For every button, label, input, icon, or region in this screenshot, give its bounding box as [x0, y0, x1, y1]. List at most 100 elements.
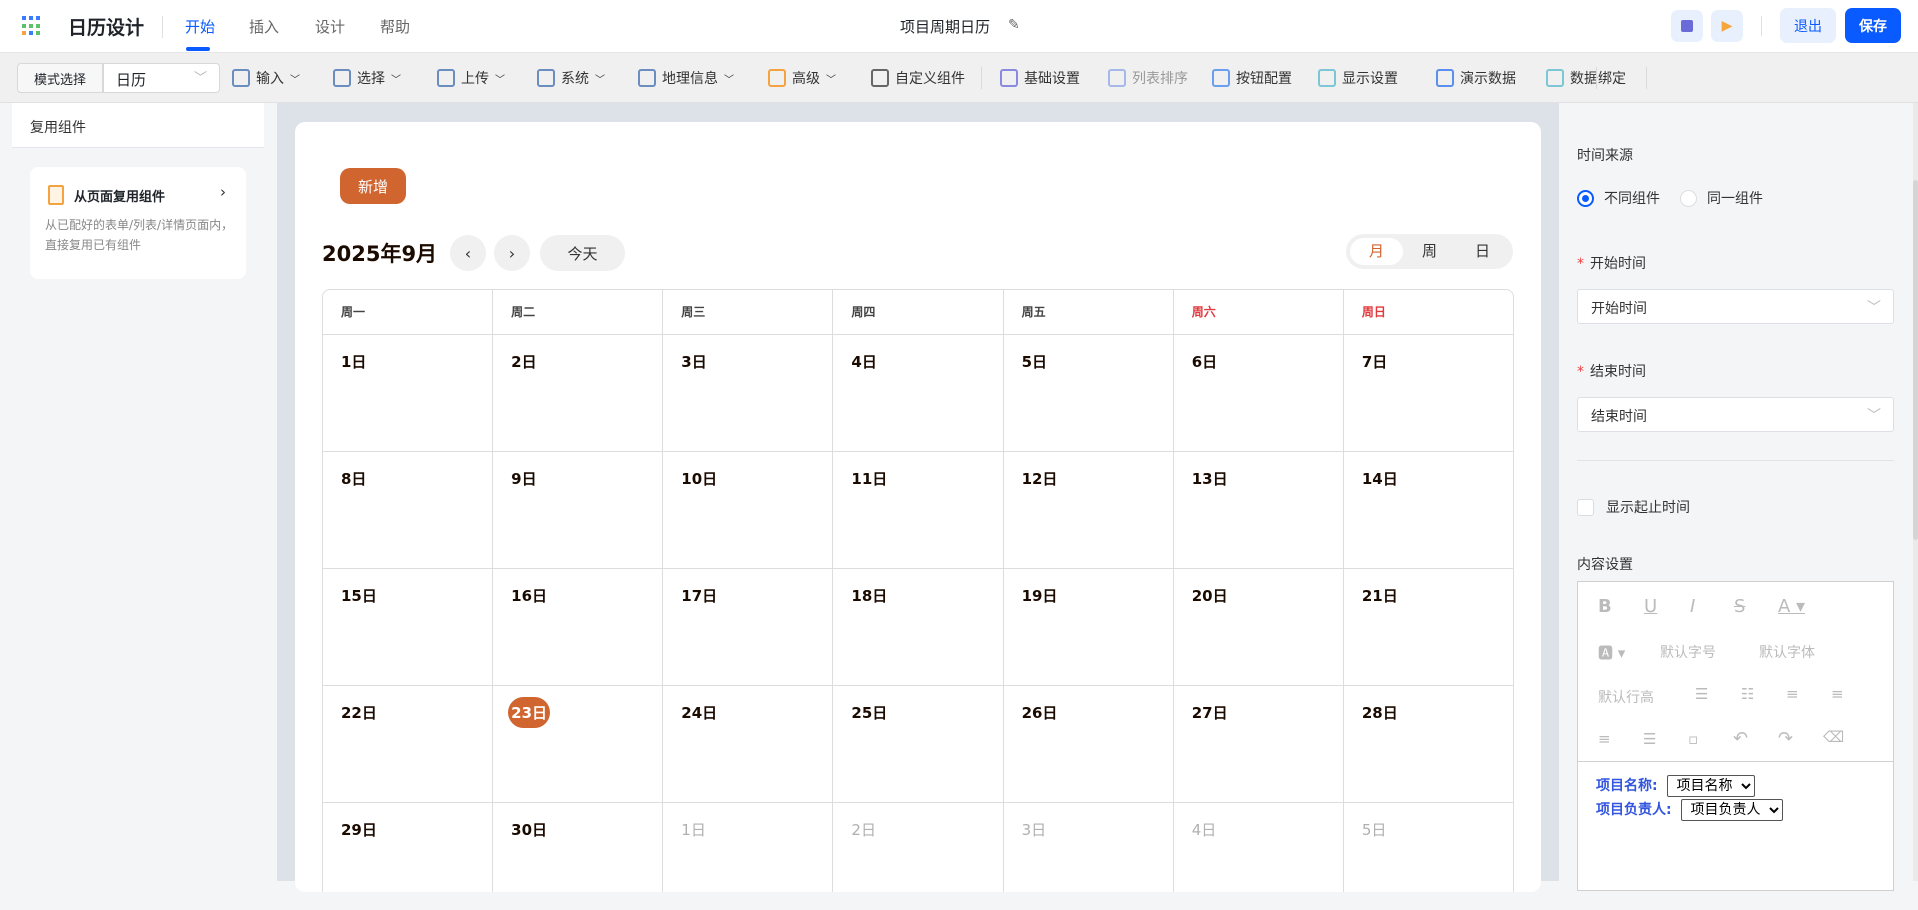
radio-different-component[interactable]	[1577, 189, 1594, 207]
time-source-label: 时间来源	[1577, 148, 1633, 164]
day-cell[interactable]: 29日	[323, 803, 494, 892]
day-cell[interactable]: 24日	[663, 686, 834, 803]
view-day[interactable]: 日	[1456, 238, 1509, 265]
font-color-icon[interactable]: A ▾	[1778, 596, 1805, 617]
day-cell[interactable]: 23日	[493, 686, 664, 803]
end-time-select[interactable]: 结束时间 ﹀	[1577, 397, 1894, 432]
undo-icon[interactable]: ↶	[1733, 728, 1748, 749]
align-left-icon[interactable]: ≡	[1786, 685, 1799, 703]
tool-3[interactable]: 系统 ﹀	[537, 68, 605, 88]
tab-design[interactable]: 设计	[315, 16, 345, 37]
day-cell[interactable]: 30日	[493, 803, 664, 892]
tool-2[interactable]: 上传 ﹀	[437, 68, 505, 88]
day-cell[interactable]: 21日	[1343, 569, 1513, 686]
field-select-project-name[interactable]: 项目名称	[1666, 775, 1755, 797]
underline-icon[interactable]: U	[1644, 596, 1657, 617]
screenshot-button[interactable]	[1671, 10, 1703, 42]
bold-icon[interactable]: B	[1598, 596, 1612, 617]
day-cell[interactable]: 2日	[833, 803, 1004, 892]
bullet-list-icon[interactable]: ☰	[1695, 685, 1708, 703]
day-cell[interactable]: 17日	[663, 569, 834, 686]
day-cell[interactable]: 26日	[1003, 686, 1174, 803]
day-cell[interactable]: 27日	[1173, 686, 1344, 803]
tool-label: 系统	[561, 71, 589, 87]
apps-grid-icon[interactable]	[22, 16, 42, 36]
tool-7[interactable]: 基础设置	[1000, 68, 1080, 88]
view-week[interactable]: 周	[1403, 238, 1456, 265]
eraser-icon[interactable]: ⌫	[1823, 728, 1844, 746]
start-time-select[interactable]: 开始时间 ﹀	[1577, 289, 1894, 324]
day-cell[interactable]: 1日	[323, 335, 494, 452]
day-cell[interactable]: 3日	[663, 335, 834, 452]
day-cell[interactable]: 19日	[1003, 569, 1174, 686]
prev-month-button[interactable]: ‹	[450, 235, 486, 271]
day-cell[interactable]: 12日	[1003, 452, 1174, 569]
redo-icon[interactable]: ↷	[1778, 728, 1793, 749]
day-cell[interactable]: 7日	[1343, 335, 1513, 452]
tool-6[interactable]: 自定义组件	[871, 68, 965, 88]
tool-1[interactable]: 选择 ﹀	[333, 68, 401, 88]
add-button[interactable]: 新增	[340, 168, 406, 204]
day-cell[interactable]: 4日	[833, 335, 1004, 452]
italic-icon[interactable]: I	[1690, 596, 1695, 617]
numbered-list-icon[interactable]: ☷	[1741, 685, 1754, 703]
day-cell[interactable]: 25日	[833, 686, 1004, 803]
scrollbar-thumb[interactable]	[1913, 180, 1918, 540]
font-size-select[interactable]: 默认字号	[1660, 642, 1716, 662]
day-cell[interactable]: 16日	[493, 569, 664, 686]
exit-button[interactable]: 退出	[1780, 8, 1836, 43]
show-range-checkbox[interactable]: 显示起止时间	[1577, 497, 1690, 517]
justify-icon[interactable]: ☰	[1643, 730, 1656, 748]
align-right-icon[interactable]: ≡	[1831, 685, 1844, 703]
day-cell[interactable]: 20日	[1173, 569, 1344, 686]
day-cell[interactable]: 13日	[1173, 452, 1344, 569]
edit-pencil-icon[interactable]: ✎	[1008, 17, 1020, 33]
day-cell[interactable]: 22日	[323, 686, 494, 803]
editor-content[interactable]: 项目名称: 项目名称 项目负责人: 项目负责人	[1596, 774, 1783, 822]
day-cell[interactable]: 14日	[1343, 452, 1513, 569]
day-cell[interactable]: 1日	[663, 803, 834, 892]
tool-11[interactable]: 演示数据	[1436, 68, 1516, 88]
line-height-select[interactable]: 默认行高	[1598, 687, 1654, 707]
today-button[interactable]: 今天	[540, 235, 625, 271]
background-color-icon[interactable]: 🅰 ▾	[1598, 642, 1625, 663]
day-cell[interactable]: 11日	[833, 452, 1004, 569]
strikethrough-icon[interactable]: S	[1734, 596, 1745, 617]
tool-4[interactable]: 地理信息 ﹀	[638, 68, 734, 88]
tool-12[interactable]: 数据绑定	[1546, 68, 1626, 88]
day-cell[interactable]: 15日	[323, 569, 494, 686]
day-cell[interactable]: 5日	[1003, 335, 1174, 452]
checkbox[interactable]	[1577, 498, 1594, 516]
day-cell[interactable]: 3日	[1004, 803, 1174, 892]
tab-insert[interactable]: 插入	[249, 16, 279, 37]
tool-9[interactable]: 按钮配置	[1212, 68, 1292, 88]
day-cell[interactable]: 28日	[1343, 686, 1513, 803]
day-cell[interactable]: 4日	[1174, 803, 1344, 892]
day-cell[interactable]: 6日	[1173, 335, 1344, 452]
next-month-button[interactable]: ›	[494, 235, 530, 271]
tool-5[interactable]: 高级 ﹀	[768, 68, 836, 88]
font-family-select[interactable]: 默认字体	[1759, 642, 1815, 662]
preview-button[interactable]: ▶	[1711, 10, 1743, 42]
tool-10[interactable]: 显示设置	[1318, 68, 1398, 88]
reuse-from-page-card[interactable]: 从页面复用组件 › 从已配好的表单/列表/详情页面内，直接复用已有组件	[30, 167, 246, 279]
view-month[interactable]: 月	[1350, 238, 1403, 265]
field-select-project-owner[interactable]: 项目负责人	[1680, 799, 1783, 821]
mode-dropdown[interactable]: 日历 ﹀	[103, 63, 220, 93]
day-cell[interactable]: 2日	[493, 335, 664, 452]
insert-select-icon[interactable]: ▫	[1688, 730, 1698, 748]
tab-help[interactable]: 帮助	[380, 16, 410, 37]
radio-same-component[interactable]	[1680, 189, 1697, 207]
save-button[interactable]: 保存	[1845, 8, 1901, 43]
tab-start[interactable]: 开始	[185, 16, 215, 37]
calendar-component[interactable]: 新增 2025年9月 ‹ › 今天 月 周 日 周一 周二 周三 周四 周五 周六 周日 1日…	[295, 122, 1541, 892]
day-cell[interactable]: 10日	[663, 452, 834, 569]
align-center-icon[interactable]: ≡	[1598, 730, 1611, 748]
day-cell[interactable]: 9日	[493, 452, 664, 569]
tool-0[interactable]: 输入 ﹀	[232, 68, 300, 88]
mode-select-label[interactable]: 模式选择	[17, 63, 103, 93]
day-cell[interactable]: 18日	[833, 569, 1004, 686]
tool-8[interactable]: 列表排序	[1108, 68, 1188, 88]
day-cell[interactable]: 5日	[1344, 803, 1513, 892]
day-cell[interactable]: 8日	[323, 452, 494, 569]
